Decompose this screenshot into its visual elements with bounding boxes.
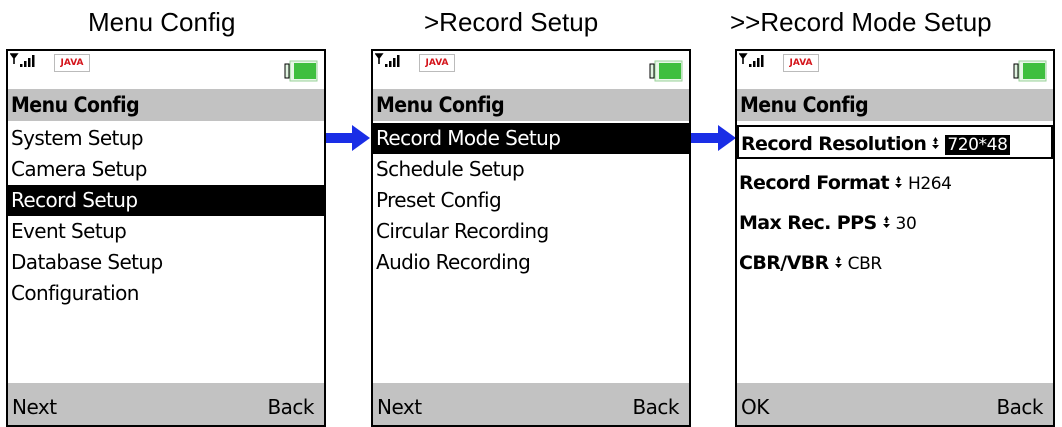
record-resolution-field[interactable]: Record Resolution 720*48 (737, 125, 1053, 159)
field-label: Max Rec. PPS (739, 212, 877, 234)
softkey-bar: OK Back (737, 383, 1053, 425)
battery-icon (284, 60, 318, 82)
settings-form: Record Resolution 720*48 Record Format H26… (737, 125, 1053, 287)
menu-item-record-setup[interactable]: Record Setup (8, 185, 324, 216)
caption-record-setup: >Record Setup (424, 7, 599, 37)
phone-screen-menu-config: JAVA Menu Config System Setup Camera Set… (6, 49, 326, 427)
ok-softkey[interactable]: OK (741, 383, 769, 425)
java-logo: JAVA (419, 54, 455, 72)
status-bar: JAVA (737, 51, 1053, 87)
status-bar: JAVA (373, 51, 689, 87)
softkey-bar: Next Back (373, 383, 689, 425)
menu-item-configuration[interactable]: Configuration (8, 278, 324, 309)
back-softkey[interactable]: Back (632, 383, 679, 425)
selector-arrow-icon (882, 216, 890, 228)
softkey-bar: Next Back (8, 383, 324, 425)
field-label: Record Format (739, 172, 890, 194)
selector-arrow-icon (894, 176, 902, 188)
signal-strength-icon (375, 53, 400, 67)
record-format-field[interactable]: Record Format H264 (737, 167, 1053, 199)
next-softkey[interactable]: Next (377, 383, 422, 425)
back-softkey[interactable]: Back (996, 383, 1043, 425)
field-label: CBR/VBR (739, 252, 829, 274)
phone-screen-record-setup: JAVA Menu Config Record Mode Setup Sched… (371, 49, 691, 427)
menu-item-event-setup[interactable]: Event Setup (8, 216, 324, 247)
menu-item-schedule-setup[interactable]: Schedule Setup (373, 154, 689, 185)
back-softkey[interactable]: Back (267, 383, 314, 425)
caption-record-mode-setup: >>Record Mode Setup (730, 7, 992, 37)
menu-item-record-mode-setup[interactable]: Record Mode Setup (373, 123, 689, 154)
battery-icon (649, 60, 683, 82)
cbr-vbr-field[interactable]: CBR/VBR CBR (737, 247, 1053, 279)
battery-icon (1013, 60, 1047, 82)
right-arrow-icon (322, 125, 370, 151)
field-label: Record Resolution (741, 133, 927, 155)
menu-item-circular-recording[interactable]: Circular Recording (373, 216, 689, 247)
selector-arrow-icon (834, 256, 842, 268)
menu-item-preset-config[interactable]: Preset Config (373, 185, 689, 216)
menu-item-camera-setup[interactable]: Camera Setup (8, 154, 324, 185)
max-rec-pps-value[interactable]: 30 (896, 214, 917, 234)
status-bar: JAVA (8, 51, 324, 87)
cbr-vbr-value[interactable]: CBR (848, 254, 883, 274)
next-softkey[interactable]: Next (12, 383, 57, 425)
signal-strength-icon (10, 53, 35, 67)
page-title: Menu Config (8, 89, 324, 121)
selector-arrow-icon (932, 137, 940, 149)
record-format-value[interactable]: H264 (908, 174, 952, 194)
menu-item-audio-recording[interactable]: Audio Recording (373, 247, 689, 278)
menu-list: Record Mode Setup Schedule Setup Preset … (373, 123, 689, 278)
right-arrow-icon (688, 125, 736, 151)
page-title: Menu Config (737, 89, 1053, 121)
menu-item-database-setup[interactable]: Database Setup (8, 247, 324, 278)
signal-strength-icon (739, 53, 764, 67)
caption-menu-config: Menu Config (88, 7, 236, 37)
menu-item-system-setup[interactable]: System Setup (8, 123, 324, 154)
java-logo: JAVA (783, 54, 819, 72)
java-logo: JAVA (54, 54, 90, 72)
page-title: Menu Config (373, 89, 689, 121)
phone-screen-record-mode-setup: JAVA Menu Config Record Resolution 720*48… (735, 49, 1055, 427)
menu-list: System Setup Camera Setup Record Setup E… (8, 123, 324, 309)
max-rec-pps-field[interactable]: Max Rec. PPS 30 (737, 207, 1053, 239)
record-resolution-value[interactable]: 720*48 (945, 135, 1010, 155)
